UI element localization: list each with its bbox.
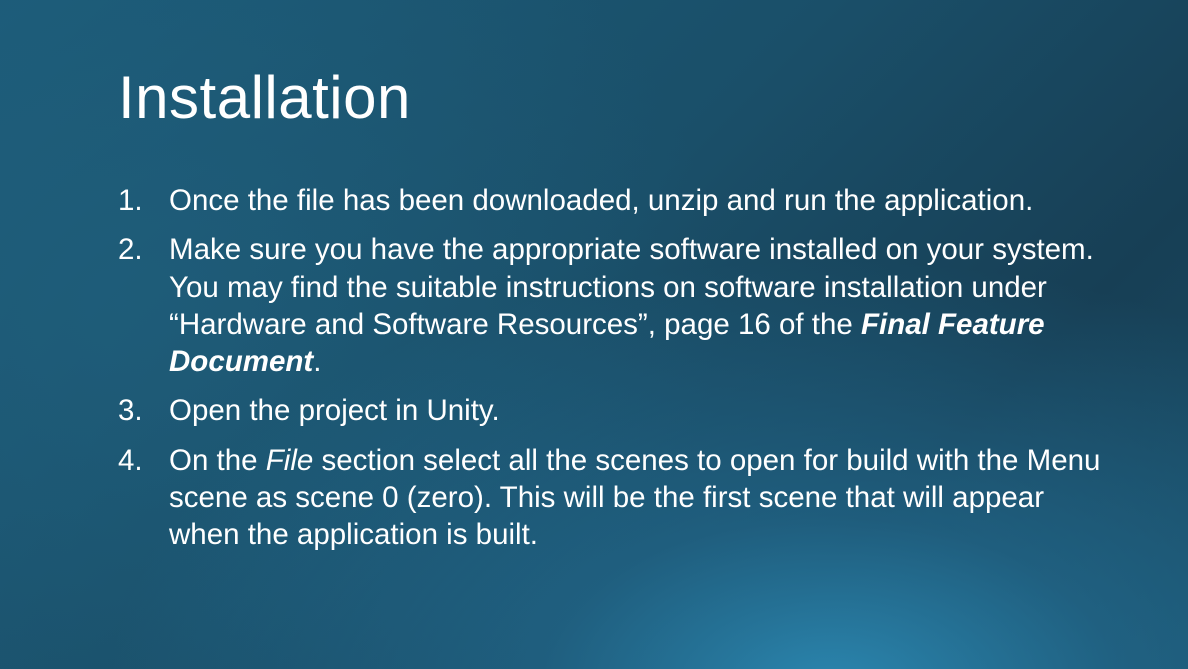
step-number: 4. [118, 443, 143, 477]
step-text: Make sure you have the appropriate softw… [169, 233, 1094, 378]
list-item: 2. Make sure you have the appropriate so… [118, 231, 1108, 380]
list-item: 1. Once the file has been downloaded, un… [118, 182, 1108, 219]
step-text: Once the file has been downloaded, unzip… [169, 184, 1034, 217]
slide: Installation 1. Once the file has been d… [0, 0, 1188, 669]
step-text: Open the project in Unity. [169, 394, 500, 428]
file-menu-emphasis: File [265, 443, 314, 477]
installation-steps-list: 1. Once the file has been downloaded, un… [118, 182, 1108, 554]
slide-title: Installation [118, 64, 411, 131]
step-number: 1. [118, 184, 143, 217]
list-item: 3. Open the project in Unity. [118, 392, 1108, 429]
step-number: 3. [118, 394, 143, 428]
step-number: 2. [118, 233, 143, 267]
step-text-after: . [313, 345, 322, 379]
step-text: On the File section select all the scene… [169, 444, 1100, 552]
step-text-before: On the [169, 443, 266, 477]
list-item: 4. On the File section select all the sc… [118, 442, 1108, 554]
